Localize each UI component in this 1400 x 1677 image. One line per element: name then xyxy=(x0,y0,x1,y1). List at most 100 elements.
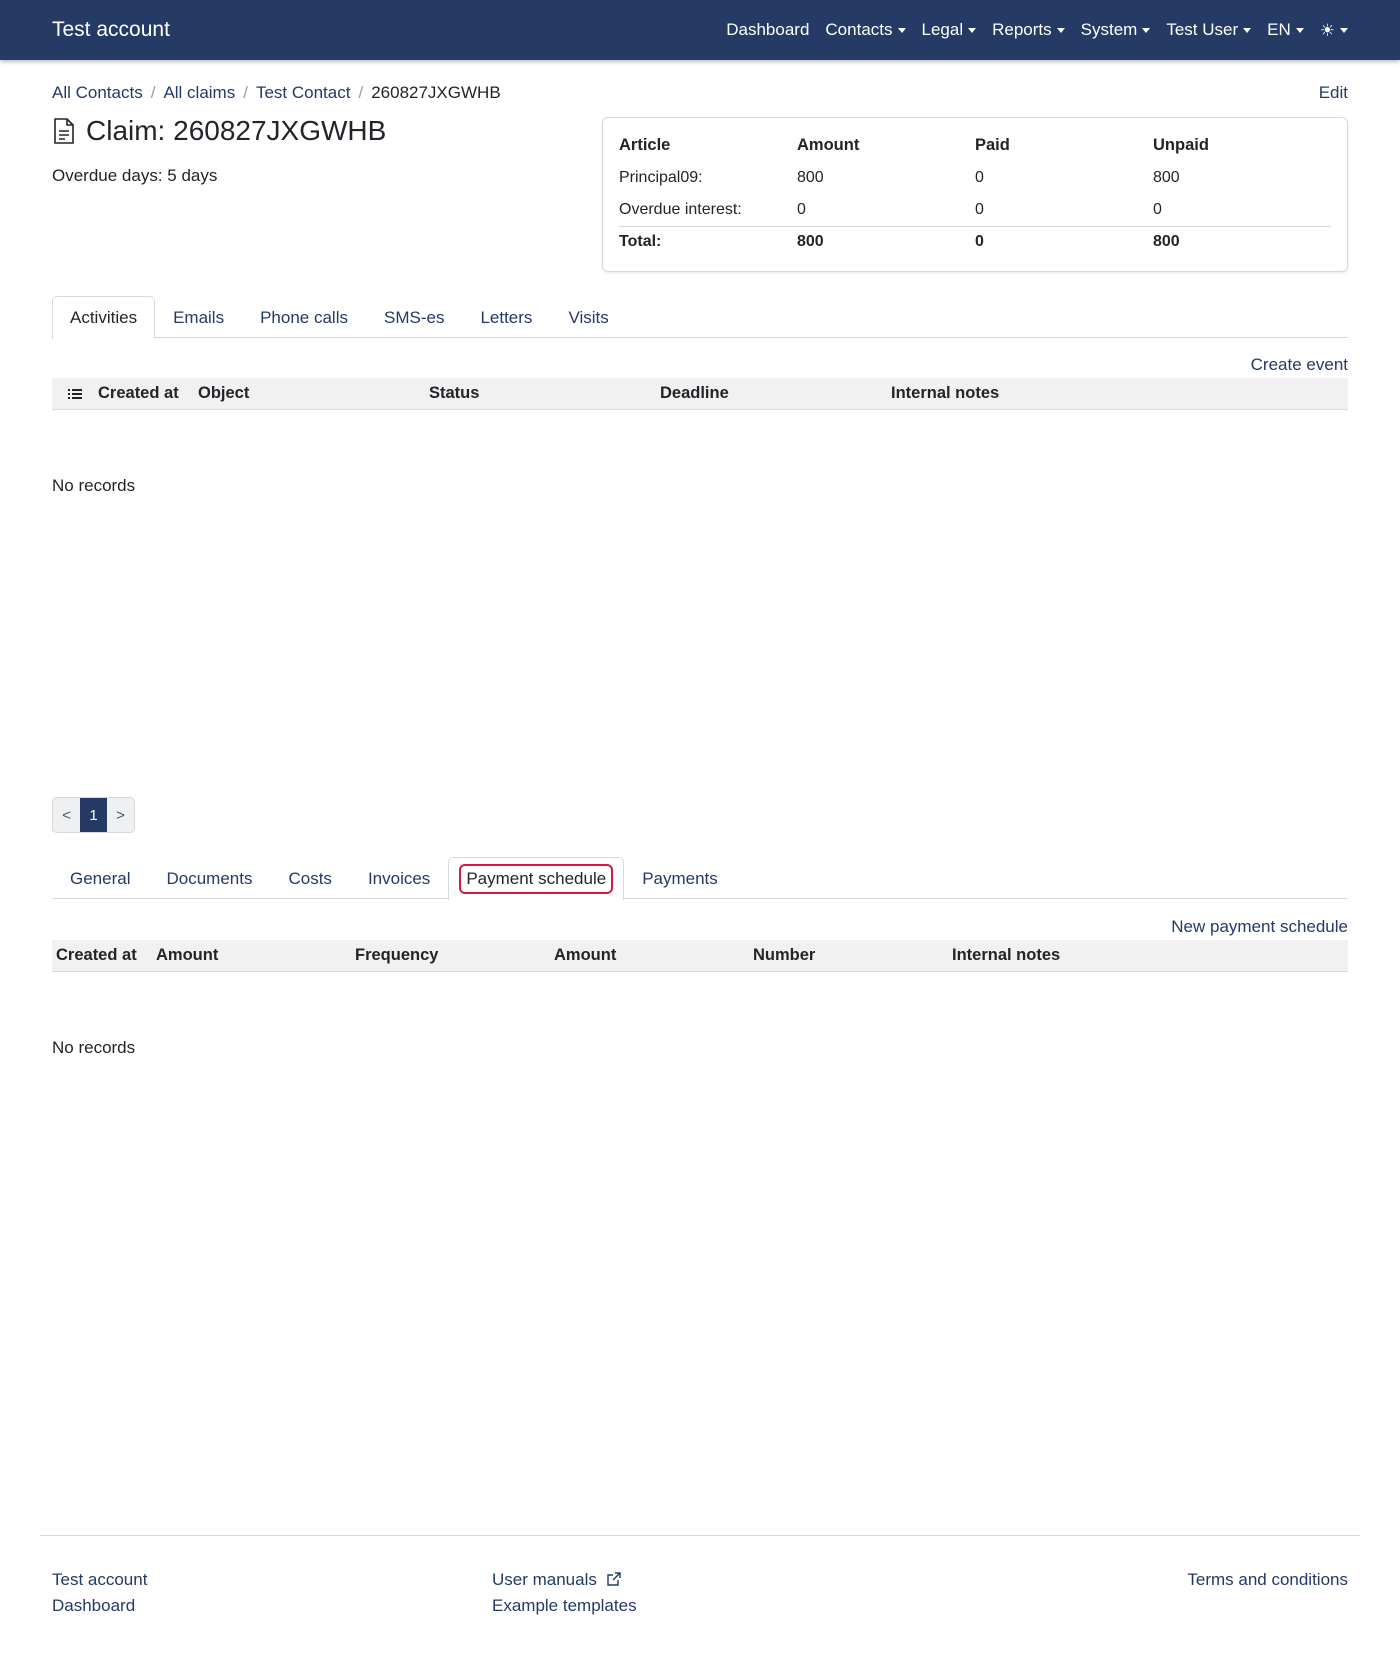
list-icon[interactable] xyxy=(52,387,98,401)
footer-test-account-link[interactable]: Test account xyxy=(52,1570,147,1590)
nav-user-label: Test User xyxy=(1166,20,1239,39)
claim-tabs: General Documents Costs Invoices Payment… xyxy=(52,857,1348,900)
nav-menu: Dashboard Contacts Legal Reports System … xyxy=(726,20,1348,40)
tab-phone-calls[interactable]: Phone calls xyxy=(242,296,366,338)
footer-column-left: Test account Dashboard xyxy=(52,1570,147,1616)
tab-activities[interactable]: Activities xyxy=(52,296,156,339)
tab-documents[interactable]: Documents xyxy=(148,857,270,899)
column-number: Number xyxy=(753,946,816,964)
summary-row: Principal09: 800 0 800 xyxy=(619,162,1331,194)
breadcrumb: All Contacts / All claims / Test Contact… xyxy=(52,83,501,103)
column-object: Object xyxy=(198,384,250,402)
summary-total-cell: 800 xyxy=(797,225,975,258)
nav-dashboard[interactable]: Dashboard xyxy=(726,20,809,40)
tab-letters[interactable]: Letters xyxy=(462,296,550,338)
tab-costs[interactable]: Costs xyxy=(270,857,349,899)
activities-no-records: No records xyxy=(52,476,136,495)
summary-cell: 800 xyxy=(797,169,824,186)
claim-title-text: Claim: 260827JXGWHB xyxy=(86,115,387,146)
activities-table-header: Created at Object Status Deadline Intern… xyxy=(52,378,1348,410)
tab-invoices[interactable]: Invoices xyxy=(350,857,448,899)
caret-down-icon xyxy=(1340,27,1348,33)
tab-sms-es[interactable]: SMS-es xyxy=(366,296,462,338)
new-payment-schedule-link[interactable]: New payment schedule xyxy=(1171,917,1348,937)
summary-total-cell: 800 xyxy=(1153,225,1331,258)
caret-down-icon xyxy=(897,27,906,33)
nav-reports-dropdown[interactable]: Reports xyxy=(992,20,1065,40)
nav-language-label: EN xyxy=(1267,20,1291,39)
breadcrumb-separator: / xyxy=(243,83,248,102)
summary-cell: 800 xyxy=(1153,169,1180,186)
footer-terms-link[interactable]: Terms and conditions xyxy=(1187,1570,1348,1590)
pagination-next[interactable]: > xyxy=(107,798,134,832)
nav-language-dropdown[interactable]: EN xyxy=(1267,20,1304,40)
breadcrumb-all-claims[interactable]: All claims xyxy=(163,83,235,103)
summary-cell: Principal09: xyxy=(619,169,703,186)
nav-contacts-dropdown[interactable]: Contacts xyxy=(825,20,906,40)
breadcrumb-all-contacts[interactable]: All Contacts xyxy=(52,83,143,103)
pagination-page-1[interactable]: 1 xyxy=(80,798,107,832)
nav-legal-dropdown[interactable]: Legal xyxy=(922,20,977,40)
tab-general[interactable]: General xyxy=(52,857,148,899)
column-frequency: Frequency xyxy=(355,946,439,964)
breadcrumb-current-claim: 260827JXGWHB xyxy=(371,83,501,102)
brand-link[interactable]: Test account xyxy=(52,18,170,42)
overdue-days: Overdue days: 5 days xyxy=(52,166,218,185)
document-icon xyxy=(54,118,74,144)
external-link-icon xyxy=(606,1572,621,1586)
tab-payment-schedule-label: Payment schedule xyxy=(459,864,614,894)
footer-example-templates-link[interactable]: Example templates xyxy=(492,1596,637,1616)
create-event-link[interactable]: Create event xyxy=(1251,355,1348,375)
caret-down-icon xyxy=(968,27,977,33)
summary-row: Overdue interest: 0 0 0 xyxy=(619,194,1331,226)
nav-user-dropdown[interactable]: Test User xyxy=(1166,20,1252,40)
nav-system-dropdown[interactable]: System xyxy=(1081,20,1151,40)
nav-theme-dropdown[interactable]: ☀ xyxy=(1320,22,1348,39)
pagination: < 1 > xyxy=(52,797,135,833)
nav-system-label: System xyxy=(1080,20,1138,39)
tab-visits[interactable]: Visits xyxy=(550,296,626,338)
summary-header-row: Article Amount Paid Unpaid xyxy=(619,128,1331,162)
column-internal-notes: Internal notes xyxy=(952,946,1061,964)
caret-down-icon xyxy=(1056,27,1065,33)
claim-summary-table: Article Amount Paid Unpaid Principal09: … xyxy=(619,128,1331,258)
column-amount: Amount xyxy=(554,946,617,964)
tab-payments[interactable]: Payments xyxy=(624,857,736,899)
summary-cell: 0 xyxy=(975,169,984,186)
sun-icon: ☀ xyxy=(1319,20,1335,40)
column-deadline: Deadline xyxy=(660,384,729,402)
edit-link[interactable]: Edit xyxy=(1319,83,1348,103)
footer-column-middle: User manuals Example templates xyxy=(492,1570,637,1616)
column-created-at: Created at xyxy=(98,384,179,402)
summary-header-article: Article xyxy=(619,135,671,154)
summary-header-unpaid: Unpaid xyxy=(1153,135,1209,154)
footer-column-right: Terms and conditions xyxy=(1187,1570,1348,1590)
pagination-prev[interactable]: < xyxy=(53,798,80,832)
top-navbar: Test account Dashboard Contacts Legal Re… xyxy=(0,0,1400,60)
caret-down-icon xyxy=(1142,27,1151,33)
tab-emails[interactable]: Emails xyxy=(155,296,242,338)
nav-reports-label: Reports xyxy=(992,20,1052,39)
breadcrumb-separator: / xyxy=(150,83,156,102)
page-title: Claim: 260827JXGWHB xyxy=(52,115,386,147)
summary-total-row: Total: 800 0 800 xyxy=(619,225,1331,258)
summary-cell: 0 xyxy=(975,200,984,218)
caret-down-icon xyxy=(1295,27,1304,33)
claim-summary-card: Article Amount Paid Unpaid Principal09: … xyxy=(602,117,1348,272)
summary-total-cell: Total: xyxy=(619,225,797,258)
summary-cell: 0 xyxy=(797,200,806,218)
tab-payment-schedule[interactable]: Payment schedule xyxy=(448,857,625,900)
payment-schedule-no-records: No records xyxy=(52,1038,136,1057)
summary-header-paid: Paid xyxy=(975,135,1010,154)
footer-divider xyxy=(40,1535,1360,1536)
nav-contacts-label: Contacts xyxy=(825,20,893,39)
footer-user-manuals-link: User manuals xyxy=(492,1570,597,1589)
column-internal-notes: Internal notes xyxy=(891,384,1000,402)
summary-cell: Overdue interest: xyxy=(619,200,742,218)
footer-user-manuals[interactable]: User manuals xyxy=(492,1570,637,1590)
nav-legal-label: Legal xyxy=(921,20,964,39)
footer-dashboard-link[interactable]: Dashboard xyxy=(52,1596,147,1616)
summary-header-amount: Amount xyxy=(797,135,860,154)
breadcrumb-test-contact[interactable]: Test Contact xyxy=(256,83,351,103)
summary-total-cell: 0 xyxy=(975,225,1153,258)
